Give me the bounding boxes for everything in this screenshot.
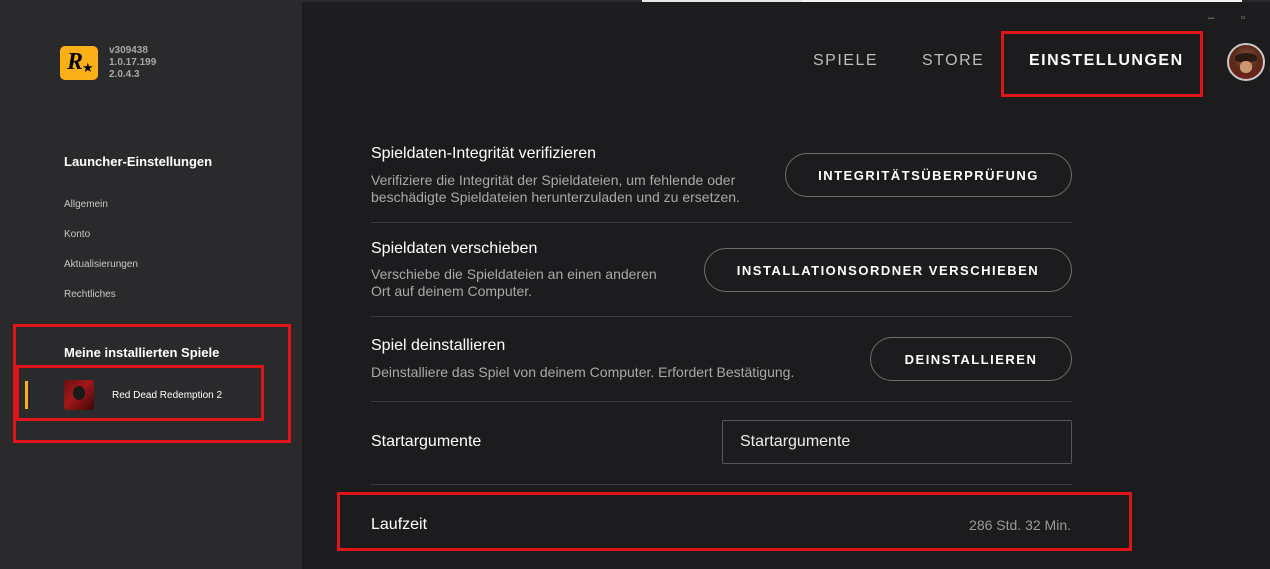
sidebar-item-account[interactable]: Konto — [64, 229, 90, 240]
runtime-value: 286 Std. 32 Min. — [969, 517, 1071, 533]
minimize-icon[interactable]: – — [1208, 12, 1214, 24]
runtime-title: Laufzeit — [371, 516, 428, 533]
move-title: Spieldaten verschieben — [371, 240, 538, 257]
sidebar-item-general[interactable]: Allgemein — [64, 199, 108, 210]
launch-args-title: Startargumente — [371, 433, 482, 450]
title-bar-segment — [802, 0, 1242, 2]
sidebar-item-legal[interactable]: Rechtliches — [64, 289, 116, 300]
move-desc-line1: Verschiebe die Spieldateien an einen and… — [371, 266, 657, 282]
verify-desc-line2: beschädigte Spieldateien herunterzuladen… — [371, 189, 740, 205]
divider — [371, 222, 1072, 223]
launch-args-input[interactable]: Startargumente — [722, 420, 1072, 464]
divider — [371, 401, 1072, 402]
version-app: 1.0.17.199 — [109, 57, 157, 68]
verify-title: Spieldaten-Integrität verifizieren — [371, 145, 597, 162]
divider — [371, 484, 1072, 485]
launcher-settings-title: Launcher-Einstellungen — [64, 154, 213, 169]
avatar-face — [1240, 61, 1252, 73]
verify-integrity-button[interactable]: INTEGRITÄTSÜBERPRÜFUNG — [785, 153, 1072, 197]
highlight-game-item — [16, 365, 264, 421]
tab-settings[interactable]: EINSTELLUNGEN — [1029, 52, 1184, 70]
uninstall-title: Spiel deinstallieren — [371, 337, 506, 354]
maximize-icon[interactable]: ▫ — [1241, 12, 1245, 24]
verify-description: Verifiziere die Integrität der Spieldate… — [371, 172, 740, 206]
version-info: v309438 1.0.17.199 2.0.4.3 — [109, 45, 156, 81]
uninstall-button[interactable]: DEINSTALLIEREN — [870, 337, 1072, 381]
version-launcher: v309438 — [109, 45, 148, 56]
move-desc-line2: Ort auf deinem Computer. — [371, 283, 533, 299]
rockstar-logo-icon: R ★ — [60, 46, 98, 80]
sidebar: R ★ v309438 1.0.17.199 2.0.4.3 Launcher-E… — [0, 0, 302, 569]
tab-store[interactable]: STORE — [922, 52, 984, 70]
title-bar — [302, 0, 1270, 2]
move-description: Verschiebe die Spieldateien an einen and… — [371, 266, 657, 300]
verify-desc-line1: Verifiziere die Integrität der Spieldate… — [371, 172, 736, 188]
uninstall-description: Deinstalliere das Spiel von deinem Compu… — [371, 364, 795, 380]
version-sc: 2.0.4.3 — [109, 69, 140, 80]
divider — [371, 316, 1072, 317]
sidebar-item-updates[interactable]: Aktualisierungen — [64, 259, 138, 270]
move-install-folder-button[interactable]: INSTALLATIONSORDNER VERSCHIEBEN — [704, 248, 1072, 292]
tab-games[interactable]: SPIELE — [813, 52, 878, 70]
user-avatar-icon[interactable] — [1227, 43, 1265, 81]
